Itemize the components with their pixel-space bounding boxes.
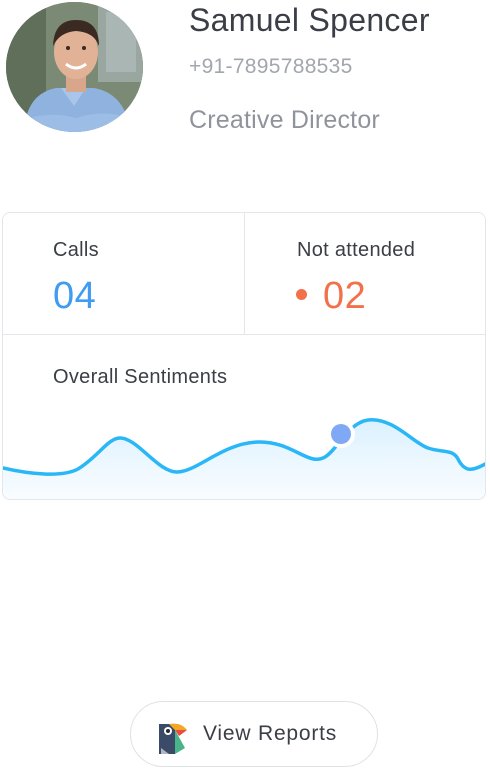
view-reports-label: View Reports	[203, 722, 338, 745]
not-attended-value: 02	[323, 275, 367, 317]
calls-stat[interactable]: Calls 04	[3, 213, 245, 334]
calls-value: 04	[53, 275, 97, 317]
profile-name: Samuel Spencer	[189, 2, 430, 38]
sentiment-label: Overall Sentiments	[53, 366, 228, 388]
not-attended-dot-icon	[296, 289, 307, 300]
sentiment-marker[interactable]	[331, 424, 351, 444]
sentiment-chart	[3, 418, 485, 499]
profile-role: Creative Director	[189, 106, 380, 134]
not-attended-stat[interactable]: Not attended 02	[245, 213, 485, 334]
view-reports-button[interactable]: View Reports	[130, 701, 378, 767]
profile-phone[interactable]: +91-7895788535	[189, 55, 353, 79]
calls-label: Calls	[53, 239, 99, 261]
sentiment-area	[3, 419, 485, 499]
not-attended-label: Not attended	[297, 239, 416, 261]
stats-card: Calls 04 Not attended 02 Overall Sentime…	[2, 212, 486, 500]
stats-row: Calls 04 Not attended 02	[3, 213, 485, 335]
bird-report-icon	[155, 718, 191, 754]
profile-avatar	[6, 2, 143, 132]
